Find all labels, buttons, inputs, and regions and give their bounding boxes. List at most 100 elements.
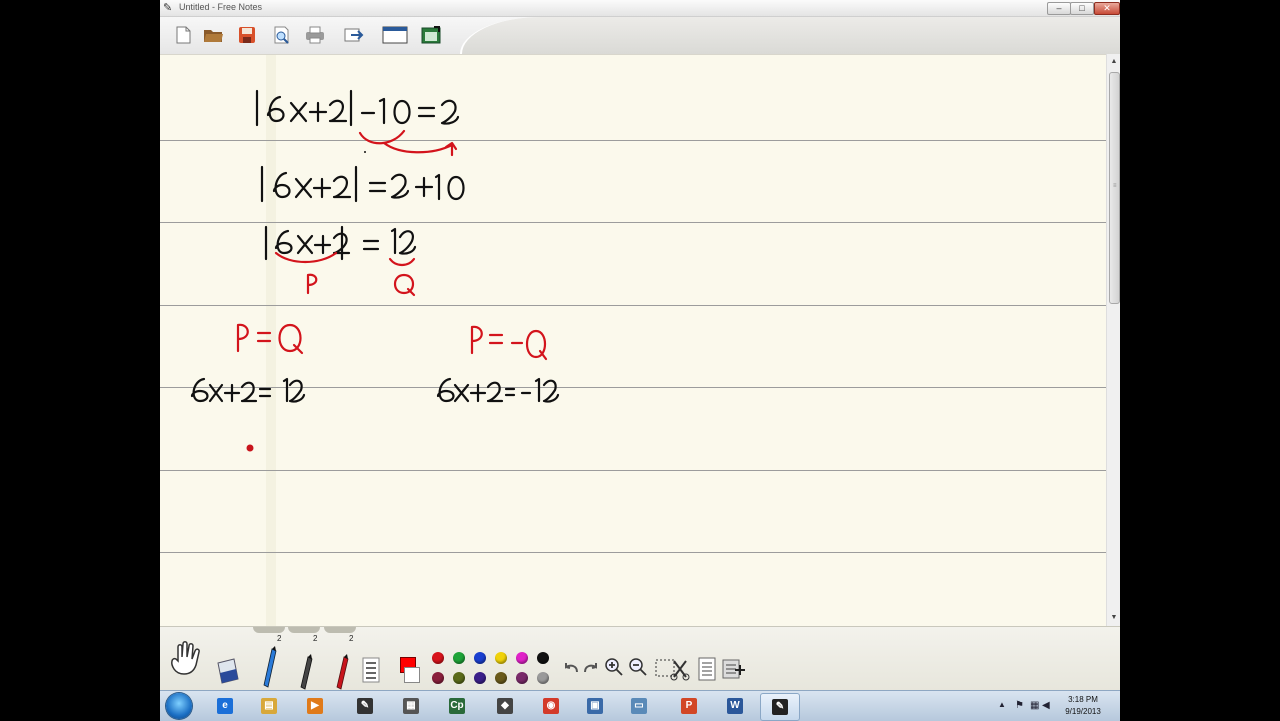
background-color-swatch[interactable] [404,667,420,683]
notepad-icon: ▭ [631,698,647,714]
equation-line-3 [264,225,417,261]
volume-icon[interactable]: ◀ [1042,700,1053,711]
minimize-button[interactable]: – [1047,2,1071,15]
internet-explorer-icon: e [217,698,233,714]
taskbar-app[interactable]: Cp [438,693,476,719]
case-p-equals-q [236,323,304,355]
action-center-icon[interactable]: ⚑ [1015,700,1026,711]
toolbar-decoration [460,17,1120,54]
pen-tab-2[interactable] [288,627,320,633]
pen-app-icon: ✎ [163,2,173,14]
clock-time[interactable]: 3:18 PM [1053,695,1113,704]
powerpoint-icon: P [681,698,697,714]
color-swatch[interactable] [453,672,465,684]
taskbar-app[interactable]: ▭ [620,693,658,719]
eraser-icon[interactable] [212,655,244,689]
taskbar-app[interactable]: ▣ [576,693,614,719]
ink-dot [364,151,366,153]
undo-icon[interactable] [562,661,580,675]
taskbar-app[interactable]: ◆ [486,693,524,719]
print-preview-icon[interactable] [270,25,292,45]
network-tray-icon[interactable]: ▦ [1030,700,1041,711]
scroll-down-arrow[interactable]: ▼ [1107,612,1120,624]
select-cut-icon[interactable] [654,657,690,681]
add-page-icon[interactable] [722,657,746,681]
p-q-labels [274,251,416,297]
file-explorer-icon: ▤ [261,698,277,714]
save-icon[interactable] [236,25,258,45]
case-1-equation [190,377,306,403]
window-icon[interactable] [382,25,408,45]
redo-icon[interactable] [582,661,600,675]
pen-size-label: 2 [313,634,318,643]
blue-pen-icon[interactable] [258,645,284,690]
red-pen-icon[interactable] [330,653,356,690]
chrome-icon: ◉ [543,698,559,714]
pen-cursor-dot [246,444,254,452]
tray-expand-icon[interactable]: ▲ [998,700,1006,709]
screenshot-icon[interactable] [420,25,442,45]
color-swatch[interactable] [474,652,486,664]
print-icon[interactable] [304,25,326,45]
equation-line-1 [255,89,460,127]
pen-size-label: 2 [349,634,354,643]
color-swatch[interactable] [516,652,528,664]
scroll-grip-icon: ≡ [1113,183,1117,189]
vertical-scrollbar[interactable]: ▲ ≡ ▼ [1106,54,1120,626]
clock-date[interactable]: 9/19/2013 [1053,707,1113,716]
color-swatch[interactable] [432,672,444,684]
network-icon: ▣ [587,698,603,714]
free-notes-active-icon: ✎ [772,699,788,715]
color-swatch[interactable] [432,652,444,664]
taskbar-app[interactable]: ▦ [392,693,430,719]
color-swatch[interactable] [495,652,507,664]
windows-taskbar: ▲ ⚑ ▦ ◀ 3:18 PM 9/19/2013 e ▤ ▶ ✎ ▦ Cp ◆ ◉ ▣ ▭ P W ✎ [160,690,1120,721]
page-list-icon[interactable] [698,657,716,681]
line-style-icon[interactable] [362,657,380,683]
color-swatch[interactable] [474,672,486,684]
new-page-icon[interactable] [172,25,194,45]
color-swatch[interactable] [516,672,528,684]
window-title: Untitled - Free Notes [179,2,263,12]
color-swatch[interactable] [537,672,549,684]
pen-size-label: 2 [277,634,282,643]
taskbar-app[interactable]: P [670,693,708,719]
open-folder-icon[interactable] [202,25,224,45]
move-across-arrow [358,129,458,157]
note-page[interactable] [160,54,1106,627]
hand-tool-icon[interactable] [166,639,206,677]
case-2-equation [436,377,560,403]
drawing-toolbar: 2 2 2 [160,626,1120,690]
case-p-equals-negative-q [470,325,548,361]
pen-tab-1[interactable] [253,627,285,633]
taskbar-app[interactable]: ✎ [346,693,384,719]
scroll-thumb[interactable]: ≡ [1109,72,1120,304]
word-icon: W [727,698,743,714]
taskbar-app[interactable]: ▶ [296,693,334,719]
captivate-icon: Cp [449,698,465,714]
projector-icon: ◆ [497,698,513,714]
handwriting-canvas [190,89,560,452]
black-pen-icon[interactable] [294,653,320,690]
free-notes-icon: ✎ [357,698,373,714]
color-swatch[interactable] [537,652,549,664]
taskbar-app[interactable]: W [716,693,754,719]
title-bar: ✎ Untitled - Free Notes – □ ✕ [160,0,1120,17]
taskbar-app[interactable]: e [206,693,244,719]
start-button[interactable] [166,693,192,719]
taskbar-app[interactable]: ✎ [760,693,800,721]
export-icon[interactable] [342,25,364,45]
maximize-button[interactable]: □ [1070,2,1094,15]
color-swatch[interactable] [453,652,465,664]
scroll-up-arrow[interactable]: ▲ [1107,56,1120,68]
color-swatch[interactable] [495,672,507,684]
pen-tab-3[interactable] [324,627,356,633]
close-button[interactable]: ✕ [1094,2,1120,15]
zoom-out-icon[interactable] [628,657,648,677]
equation-line-2 [260,165,465,203]
taskbar-app[interactable]: ▤ [250,693,288,719]
scanner-icon: ▦ [403,698,419,714]
free-notes-window: ✎ Untitled - Free Notes – □ ✕ ▲ ≡ ▼ 2 2 … [160,0,1120,690]
zoom-in-icon[interactable] [604,657,624,677]
taskbar-app[interactable]: ◉ [532,693,570,719]
